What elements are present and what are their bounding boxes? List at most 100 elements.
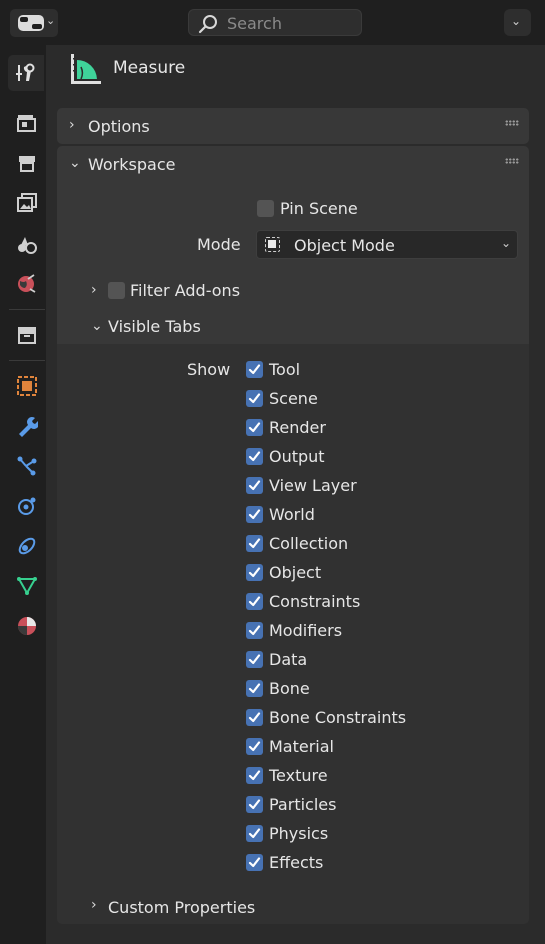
show-data-label: Data xyxy=(269,650,308,669)
chevron-right-icon: › xyxy=(91,897,97,913)
tab-collection[interactable] xyxy=(8,317,44,353)
checkmark-icon xyxy=(248,712,261,723)
mesh-data-icon xyxy=(17,577,37,596)
show-world-label: World xyxy=(269,505,315,524)
checkmark-icon xyxy=(248,393,261,404)
show-bone-constraints-checkbox[interactable] xyxy=(246,709,263,726)
chevron-down-icon: ⌄ xyxy=(511,14,522,28)
output-icon xyxy=(19,156,35,172)
tab-scene[interactable] xyxy=(8,225,44,261)
checkmark-icon xyxy=(248,741,261,752)
checkmark-icon xyxy=(248,857,261,868)
tab-constraints[interactable] xyxy=(8,527,44,563)
checkmark-icon xyxy=(248,567,261,578)
collection-icon xyxy=(18,327,36,344)
tab-particles[interactable] xyxy=(8,447,44,483)
checkmark-icon xyxy=(248,770,261,781)
options-panel-header[interactable]: › Options xyxy=(57,108,529,144)
visible-tabs-subpanel-header[interactable]: ⌄ Visible Tabs xyxy=(91,316,291,340)
show-texture-label: Texture xyxy=(269,766,328,785)
chevron-down-icon: ⌄ xyxy=(46,14,56,27)
show-world-checkbox[interactable] xyxy=(246,506,263,523)
chevron-right-icon: › xyxy=(91,282,97,298)
checkmark-icon xyxy=(248,828,261,839)
show-collection-checkbox[interactable] xyxy=(246,535,263,552)
show-tool-checkbox[interactable] xyxy=(246,361,263,378)
tab-divider xyxy=(9,360,45,361)
tab-world[interactable] xyxy=(8,265,44,301)
show-physics-label: Physics xyxy=(269,824,329,843)
show-material-label: Material xyxy=(269,737,334,756)
show-bone-checkbox[interactable] xyxy=(246,680,263,697)
show-physics-checkbox[interactable] xyxy=(246,825,263,842)
tab-tool[interactable] xyxy=(8,55,44,91)
show-material-checkbox[interactable] xyxy=(246,738,263,755)
tab-object[interactable] xyxy=(8,367,44,403)
search-input[interactable] xyxy=(227,13,357,33)
tab-render[interactable] xyxy=(8,105,44,141)
show-collection-label: Collection xyxy=(269,534,349,553)
mode-select[interactable]: Object Mode ⌄ xyxy=(256,230,518,259)
tab-physics[interactable] xyxy=(8,487,44,523)
show-effects-label: Effects xyxy=(269,853,324,872)
show-view-layer-label: View Layer xyxy=(269,476,357,495)
show-constraints-checkbox[interactable] xyxy=(246,593,263,610)
show-data-checkbox[interactable] xyxy=(246,651,263,668)
tab-modifiers[interactable] xyxy=(8,407,44,443)
measure-tool-icon xyxy=(71,54,101,84)
world-icon xyxy=(18,274,36,293)
checkmark-icon xyxy=(248,799,261,810)
drag-handle-icon[interactable] xyxy=(505,158,519,164)
search-field[interactable] xyxy=(188,9,362,36)
workspace-panel-label: Workspace xyxy=(88,155,176,174)
checkmark-icon xyxy=(248,596,261,607)
chevron-right-icon: › xyxy=(69,117,75,133)
checkmark-icon xyxy=(248,364,261,375)
pin-scene-label: Pin Scene xyxy=(280,199,358,218)
show-view-layer-checkbox[interactable] xyxy=(246,477,263,494)
mode-label: Mode xyxy=(197,235,241,254)
object-constraint-icon xyxy=(18,537,36,555)
tab-divider xyxy=(9,309,45,310)
tab-view-layer[interactable] xyxy=(8,185,44,221)
tab-material[interactable] xyxy=(8,607,44,643)
editor-type-selector[interactable]: ⌄ xyxy=(10,9,58,37)
mode-select-value: Object Mode xyxy=(294,236,395,255)
checkmark-icon xyxy=(248,480,261,491)
filter-addons-label: Filter Add-ons xyxy=(130,281,241,300)
show-render-checkbox[interactable] xyxy=(246,419,263,436)
tab-data[interactable] xyxy=(8,567,44,603)
show-constraints-label: Constraints xyxy=(269,592,361,611)
show-output-checkbox[interactable] xyxy=(246,448,263,465)
tab-output[interactable] xyxy=(8,145,44,181)
editor-type-icon xyxy=(18,15,44,31)
show-render-label: Render xyxy=(269,418,326,437)
show-scene-label: Scene xyxy=(269,389,318,408)
pin-scene-checkbox[interactable] xyxy=(257,200,274,217)
material-icon xyxy=(18,617,36,635)
checkmark-icon xyxy=(248,654,261,665)
custom-properties-subpanel-header[interactable]: › Custom Properties xyxy=(57,890,529,924)
show-effects-checkbox[interactable] xyxy=(246,854,263,871)
checkmark-icon xyxy=(248,683,261,694)
options-dropdown-button[interactable]: ⌄ xyxy=(504,9,531,36)
show-particles-checkbox[interactable] xyxy=(246,796,263,813)
checkmark-icon xyxy=(248,451,261,462)
physics-icon xyxy=(18,497,36,515)
show-texture-checkbox[interactable] xyxy=(246,767,263,784)
modifier-wrench-icon xyxy=(19,417,38,437)
filter-addons-checkbox[interactable] xyxy=(108,282,125,299)
checkmark-icon xyxy=(248,625,261,636)
particles-icon xyxy=(17,456,37,476)
show-modifiers-checkbox[interactable] xyxy=(246,622,263,639)
show-object-checkbox[interactable] xyxy=(246,564,263,581)
chevron-down-icon: ⌄ xyxy=(91,318,103,334)
show-label: Show xyxy=(187,360,231,379)
show-bone-constraints-label: Bone Constraints xyxy=(269,708,407,727)
workspace-panel-header[interactable]: ⌄ Workspace xyxy=(57,146,529,182)
options-panel-label: Options xyxy=(88,117,150,136)
show-scene-checkbox[interactable] xyxy=(246,390,263,407)
drag-handle-icon[interactable] xyxy=(505,120,519,126)
show-modifiers-label: Modifiers xyxy=(269,621,343,640)
scene-icon xyxy=(18,237,37,254)
